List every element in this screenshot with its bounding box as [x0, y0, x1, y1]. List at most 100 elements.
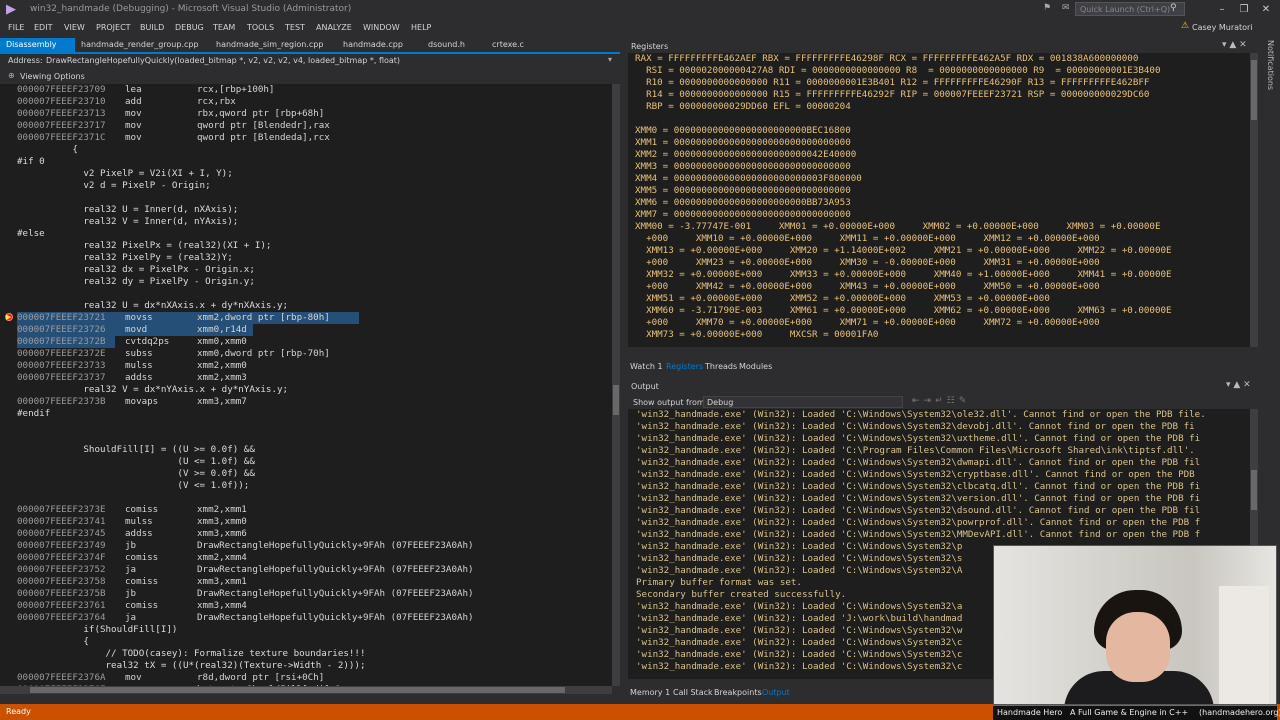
menu-test[interactable]: TEST	[285, 20, 305, 36]
tab-breakpoints[interactable]: Breakpoints	[714, 686, 762, 700]
disassembly-line[interactable]: 000007FEEEF23733 mulss xmm2,xmm0	[17, 360, 607, 372]
disassembly-line[interactable]: 000007FEEEF2373B movaps xmm3,xmm7	[17, 396, 607, 408]
source-line[interactable]: real32 PixelPx = (real32)(XI + I);	[17, 240, 607, 252]
source-line[interactable]: real32 U = dx*nXAxis.x + dy*nXAxis.y;	[17, 300, 607, 312]
registers-view[interactable]: RAX = FFFFFFFFFE462AEF RBX = FFFFFFFFFE4…	[628, 53, 1250, 347]
tab-memory-1[interactable]: Memory 1	[630, 686, 670, 700]
editor-vertical-scroll-thumb[interactable]	[613, 385, 619, 415]
menu-edit[interactable]: EDIT	[34, 20, 52, 36]
address-input[interactable]: DrawRectangleHopefullyQuickly(loaded_bit…	[46, 56, 400, 65]
user-name[interactable]: Casey Muratori	[1192, 23, 1253, 32]
feedback-flag-icon[interactable]: ⚑	[1043, 3, 1051, 13]
source-line[interactable]: {	[17, 144, 607, 156]
output-toolbar-icons[interactable]: ⇤⇥↵☷✎	[912, 396, 970, 406]
source-line[interactable]	[17, 420, 607, 432]
disassembly-line[interactable]: 000007FEEEF23758 comiss xmm3,xmm1	[17, 576, 607, 588]
source-line[interactable]: (V >= 0.0f) &&	[17, 468, 607, 480]
source-text: real32 V = Inner(d, nYAxis);	[17, 216, 239, 227]
disassembly-line[interactable]: 000007FEEEF2376A mov r8d,dword ptr [rsi+0C…	[17, 672, 607, 684]
close-button[interactable]: ✕	[1256, 2, 1276, 18]
chevron-down-icon[interactable]: ▾	[608, 55, 612, 64]
menu-window[interactable]: WINDOW	[363, 20, 400, 36]
disassembly-line[interactable]: 000007FEEEF23721 movss xmm2,dword ptr [rbp…	[17, 312, 607, 324]
menu-help[interactable]: HELP	[411, 20, 431, 36]
disassembly-line[interactable]: 000007FEEEF2372E subss xmm0,dword ptr [rbp…	[17, 348, 607, 360]
source-line[interactable]	[17, 192, 607, 204]
menu-team[interactable]: TEAM	[213, 20, 235, 36]
source-line[interactable]: #if 0	[17, 156, 607, 168]
source-line[interactable]: #else	[17, 228, 607, 240]
tab-dsound-h[interactable]: dsound.h	[428, 38, 465, 52]
maximize-button[interactable]: ❐	[1234, 2, 1254, 18]
source-line[interactable]: if(ShouldFill[I])	[17, 624, 607, 636]
disassembly-line[interactable]: 000007FEEEF23737 addss xmm2,xmm3	[17, 372, 607, 384]
output-source-select[interactable]: Debug	[703, 396, 903, 408]
source-line[interactable]: real32 PixelPy = (real32)Y;	[17, 252, 607, 264]
menu-project[interactable]: PROJECT	[96, 20, 131, 36]
tab-watch-1[interactable]: Watch 1	[630, 360, 663, 374]
menu-build[interactable]: BUILD	[140, 20, 164, 36]
menu-view[interactable]: VIEW	[64, 20, 85, 36]
source-line[interactable]	[17, 288, 607, 300]
tab-modules[interactable]: Modules	[739, 360, 772, 374]
source-line[interactable]: real32 V = Inner(d, nYAxis);	[17, 216, 607, 228]
source-line[interactable]	[17, 492, 607, 504]
output-scroll-thumb[interactable]	[1251, 470, 1257, 510]
disassembly-line[interactable]: 000007FEEEF2375B jb DrawRectangleHopefully…	[17, 588, 607, 600]
source-line[interactable]: ShouldFill[I] = ((U >= 0.0f) &&	[17, 444, 607, 456]
tab-disassembly[interactable]: Disassembly	[0, 38, 75, 52]
menu-analyze[interactable]: ANALYZE	[316, 20, 352, 36]
disassembly-line[interactable]: 000007FEEEF23717 mov qword ptr [Blendedr],…	[17, 120, 607, 132]
output-window-controls[interactable]: ▾ ▲ ✕	[1226, 380, 1251, 390]
source-line[interactable]: #endif	[17, 408, 607, 420]
source-line[interactable]: {	[17, 636, 607, 648]
tab-call-stack[interactable]: Call Stack	[673, 686, 713, 700]
notifications-icon[interactable]: ✉	[1062, 3, 1070, 13]
tab-crtexe-c[interactable]: crtexe.c	[492, 38, 524, 52]
source-line[interactable]: // TODO(casey): Formalize texture bounda…	[17, 648, 607, 660]
minimize-button[interactable]: –	[1212, 2, 1232, 18]
tab-threads[interactable]: Threads	[705, 360, 737, 374]
menu-debug[interactable]: DEBUG	[175, 20, 204, 36]
tab-handmade-render-group[interactable]: handmade_render_group.cpp	[81, 38, 199, 52]
tab-handmade-cpp[interactable]: handmade.cpp	[343, 38, 403, 52]
registers-window-controls[interactable]: ▾ ▲ ✕	[1222, 40, 1247, 50]
source-line[interactable]: real32 tX = ((U*(real32)(Texture->Width …	[17, 660, 607, 672]
tab-registers[interactable]: Registers	[666, 360, 703, 374]
editor-horizontal-scroll-thumb[interactable]	[30, 687, 565, 693]
source-line[interactable]: real32 V = dx*nYAxis.x + dy*nYAxis.y;	[17, 384, 607, 396]
disassembly-line[interactable]: 000007FEEEF23752 ja DrawRectangleHopefully…	[17, 564, 607, 576]
tab-handmade-sim-region[interactable]: handmade_sim_region.cpp	[216, 38, 323, 52]
disassembly-line[interactable]: 000007FEEEF2371C mov qword ptr [Blendeda],…	[17, 132, 607, 144]
disassembly-line[interactable]: 000007FEEEF23709 lea rcx,[rbp+100h]	[17, 84, 607, 96]
disassembly-line[interactable]: 000007FEEEF23745 addss xmm3,xmm6	[17, 528, 607, 540]
registers-scroll-thumb[interactable]	[1251, 60, 1257, 120]
source-line[interactable]: (U <= 1.0f) &&	[17, 456, 607, 468]
source-line[interactable]: real32 dx = PixelPx - Origin.x;	[17, 264, 607, 276]
disassembly-line[interactable]: 000007FEEEF2373E comiss xmm2,xmm1	[17, 504, 607, 516]
disassembly-line[interactable]: 000007FEEEF23761 comiss xmm3,xmm4	[17, 600, 607, 612]
disassembly-line[interactable]: 000007FEEEF23710 add rcx,rbx	[17, 96, 607, 108]
disassembly-line[interactable]: 000007FEEEF23713 mov rbx,qword ptr [rbp+68…	[17, 108, 607, 120]
disassembly-line[interactable]: 000007FEEEF23726 movd xmm0,r14d	[17, 324, 607, 336]
source-line[interactable]: (V <= 1.0f));	[17, 480, 607, 492]
source-line[interactable]: v2 PixelP = V2i(XI + I, Y);	[17, 168, 607, 180]
source-line[interactable]: v2 d = PixelP - Origin;	[17, 180, 607, 192]
disassembly-editor[interactable]: 000007FEEEF23709 lea rcx,[rbp+100h] 000007F…	[0, 84, 612, 686]
disassembly-line[interactable]: 000007FEEEF23749 jb DrawRectangleHopefully…	[17, 540, 607, 552]
viewing-options-toggle[interactable]: Viewing Options	[20, 72, 85, 81]
disassembly-line[interactable]: 000007FEEEF23741 mulss xmm3,xmm0	[17, 516, 607, 528]
document-tab-strip: Disassembly handmade_render_group.cpp ha…	[0, 38, 620, 54]
collapse-icon[interactable]: ⊕	[8, 71, 15, 80]
disassembly-line[interactable]: 000007FEEEF2374F comiss xmm2,xmm4	[17, 552, 607, 564]
disassembly-line[interactable]: 000007FEEEF23764 ja DrawRectangleHopefully…	[17, 612, 607, 624]
tab-output[interactable]: Output	[762, 686, 790, 700]
source-line[interactable]: real32 dy = PixelPy - Origin.y;	[17, 276, 607, 288]
quick-launch-input[interactable]: Quick Launch (Ctrl+Q)	[1075, 2, 1185, 16]
disassembly-line[interactable]: 000007FEEEF2372B cvtdq2ps xmm0,xmm0	[17, 336, 607, 348]
source-line[interactable]: real32 U = Inner(d, nXAxis);	[17, 204, 607, 216]
menu-file[interactable]: FILE	[8, 20, 24, 36]
source-line[interactable]	[17, 432, 607, 444]
notifications-side-tab[interactable]: Notifications	[1266, 40, 1275, 90]
menu-tools[interactable]: TOOLS	[247, 20, 274, 36]
